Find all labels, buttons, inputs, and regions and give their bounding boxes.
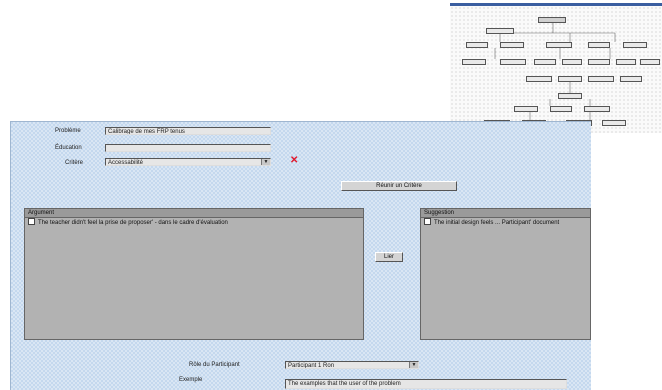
org-chart-node: [558, 93, 582, 99]
org-chart-node: [620, 76, 642, 82]
org-chart-node: [486, 28, 514, 34]
criteria-value: Accessabilité: [108, 160, 144, 166]
suggestion-list[interactable]: Suggestion The initial design feels ... …: [420, 208, 591, 340]
org-chart-node: [588, 59, 610, 65]
example-field[interactable]: The examples that the user of the proble…: [285, 379, 567, 389]
example-label: Exemple: [179, 377, 203, 383]
org-chart-node: [500, 59, 526, 65]
org-chart-node: [558, 76, 582, 82]
org-chart-node: [562, 59, 582, 65]
org-chart-node: [514, 106, 538, 112]
list-item-text: The teacher didn't feel la prise de prop…: [38, 220, 228, 226]
participant-value: Participant 1 Ron: [288, 363, 335, 369]
org-chart-node: [584, 106, 610, 112]
problem-field[interactable]: Calibrage de mes FRP tenus: [105, 127, 271, 135]
criteria-dropdown[interactable]: Accessabilité ▼: [105, 158, 271, 166]
org-chart-node: [602, 120, 626, 126]
org-chart-node: [462, 59, 486, 65]
criteria-label: Critère: [65, 160, 84, 166]
org-chart-node: [588, 42, 610, 48]
add-criteria-button[interactable]: Réunir un Critère: [341, 181, 457, 191]
dropdown-arrow-icon[interactable]: ▼: [261, 159, 270, 165]
problem-label: Problème: [55, 128, 81, 134]
org-chart-node: [588, 76, 614, 82]
org-chart-node: [640, 59, 660, 65]
org-chart-node: [616, 59, 636, 65]
participant-dropdown[interactable]: Participant 1 Ron ▼: [285, 361, 419, 369]
argument-list-title: Argument: [25, 209, 363, 218]
org-chart-node: [500, 42, 524, 48]
checkbox-icon[interactable]: [424, 218, 431, 225]
org-chart-node: [534, 59, 556, 65]
org-chart-node: [546, 42, 572, 48]
suggestion-list-title: Suggestion: [421, 209, 590, 218]
org-chart-thumbnail: [450, 3, 662, 133]
education-label: Éducation: [55, 145, 82, 151]
org-chart-node: [550, 106, 572, 112]
org-chart-node: [466, 42, 488, 48]
org-chart-connectors: [494, 23, 616, 120]
education-field[interactable]: [105, 144, 271, 152]
participant-label: Rôle du Participant: [189, 362, 240, 368]
list-item[interactable]: The initial design feels ... Participant…: [421, 218, 590, 227]
argument-list[interactable]: Argument The teacher didn't feel la pris…: [24, 208, 364, 340]
main-form-panel: Problème Calibrage de mes FRP tenus Éduc…: [10, 121, 591, 390]
dropdown-arrow-icon[interactable]: ▼: [409, 362, 418, 368]
link-button[interactable]: Lier: [375, 252, 403, 262]
checkbox-icon[interactable]: [28, 218, 35, 225]
org-chart-node: [526, 76, 552, 82]
org-chart-node: [623, 42, 647, 48]
list-item[interactable]: The teacher didn't feel la prise de prop…: [25, 218, 363, 227]
org-chart-node: [538, 17, 566, 23]
list-item-text: The initial design feels ... Participant…: [434, 220, 560, 226]
delete-x-icon[interactable]: ✕: [290, 155, 298, 166]
